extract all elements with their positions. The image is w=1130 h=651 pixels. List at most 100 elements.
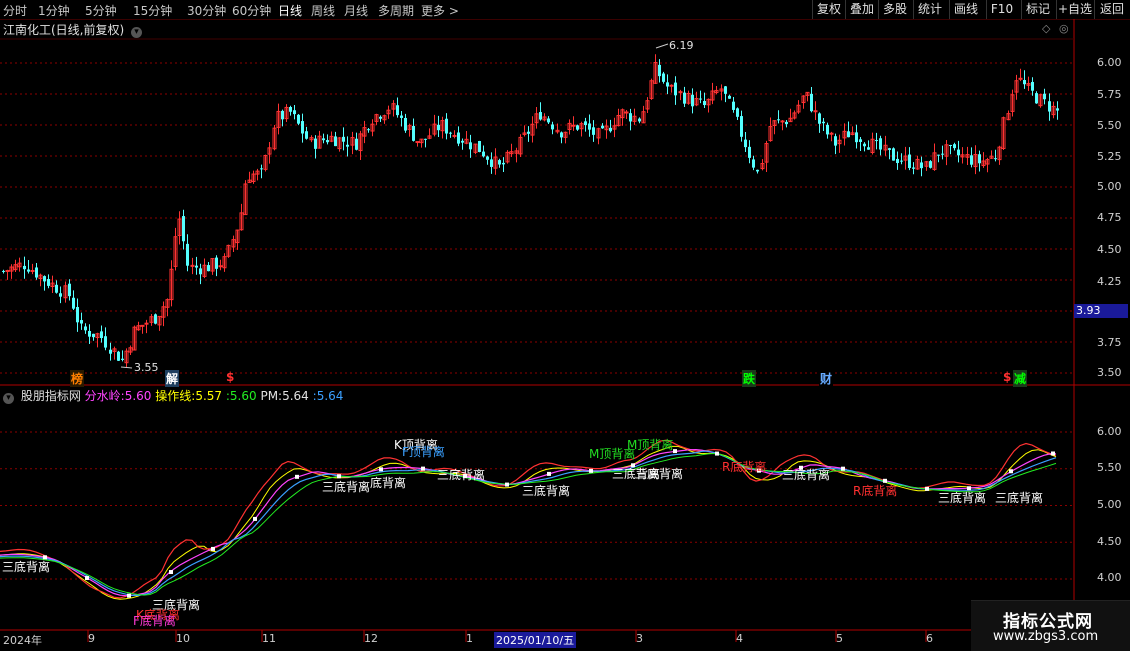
signal-marker [169, 570, 173, 575]
low-pointer [120, 366, 133, 369]
candle-body [293, 110, 296, 115]
candle-body [527, 131, 530, 134]
candle-body [68, 283, 71, 297]
divergence-label: 三底背离 [437, 468, 486, 482]
price-label: 6.00 [1097, 56, 1122, 69]
candle-body [855, 132, 858, 143]
candle-body [732, 101, 735, 110]
candle-body [822, 121, 825, 124]
signal-marker [673, 449, 677, 454]
czx-label: 操作线: [155, 389, 196, 403]
price-label: 5.50 [1097, 119, 1122, 132]
candle-body [76, 307, 79, 323]
candle-body [920, 162, 923, 169]
watermark-url: www.zbgs3.com [993, 629, 1099, 644]
candle-body [35, 267, 38, 278]
candle-body [445, 118, 448, 134]
signal-marker [1051, 451, 1055, 456]
candle-body [342, 136, 345, 142]
chevron-down-icon[interactable]: ▾ [3, 393, 14, 404]
candle-body [875, 140, 878, 142]
candle-body [486, 156, 489, 160]
candle-body [752, 159, 755, 168]
indicator-name[interactable]: 股朋指标网 [21, 389, 81, 403]
candle-body [30, 269, 35, 272]
divergence-label: R底背离 [853, 484, 898, 498]
kline-chart[interactable] [0, 0, 1130, 650]
candle-body [957, 149, 960, 156]
divergence-label: 三底背离 [995, 491, 1044, 505]
candle-body [629, 113, 632, 122]
candle-body [900, 160, 903, 162]
candle-body [260, 168, 263, 170]
event-marker-jian[interactable]: 减 [1013, 370, 1028, 387]
candle-body [367, 129, 370, 131]
price-label: 5.25 [1097, 150, 1122, 163]
candle-body [154, 314, 157, 324]
candle-body [1018, 77, 1023, 80]
candle-body [777, 119, 780, 121]
candle-body [867, 147, 870, 150]
event-marker-dollar[interactable]: $ [1002, 370, 1013, 384]
candle-body [683, 92, 686, 104]
candle-body [863, 143, 866, 147]
indicator-label: 6.00 [1097, 425, 1122, 438]
settings-icon[interactable]: ◎ [1059, 22, 1069, 35]
red-line [0, 439, 1057, 599]
candle-body [355, 138, 358, 150]
candle-body [666, 82, 669, 87]
divergence-label: 三底背离 [938, 491, 987, 505]
low-price-marker: 3.55 [134, 361, 159, 374]
x-axis-label: 2024年 [3, 634, 42, 647]
candle-body [88, 330, 91, 337]
candle-body [896, 158, 899, 164]
stock-title: 江南化工(日线,前复权) [3, 23, 125, 37]
divergence-label: M顶背离 [589, 447, 636, 461]
event-marker-jie[interactable]: 解 [165, 370, 180, 387]
fsl-line [0, 448, 1057, 597]
candle-body [199, 268, 202, 275]
candle-body [47, 279, 50, 286]
candle-body [609, 127, 612, 132]
candle-body [207, 265, 210, 272]
candle-body [43, 276, 46, 282]
divergence-label: 底背离 [370, 476, 407, 490]
candle-body [888, 148, 891, 150]
fsl-value: 5.60 [124, 389, 152, 403]
event-marker-die[interactable]: 跌 [742, 370, 757, 387]
candlestick-series [2, 43, 1059, 369]
event-marker-bang[interactable]: 榜 [70, 370, 85, 387]
candle-body [658, 64, 661, 77]
candle-body [281, 110, 284, 120]
high-pointer [655, 43, 669, 49]
candle-body [104, 336, 107, 348]
candle-body [195, 265, 198, 268]
price-label: 3.75 [1097, 336, 1122, 349]
candle-body [379, 116, 382, 119]
chevron-down-icon[interactable]: ▾ [131, 27, 143, 38]
candle-body [826, 124, 829, 135]
candle-body [674, 82, 677, 96]
price-label: 3.50 [1097, 366, 1122, 379]
candle-body [469, 142, 472, 150]
candle-body [482, 151, 485, 157]
indicator-label: 5.50 [1097, 461, 1122, 474]
candle-body [699, 98, 702, 100]
candle-body [289, 107, 292, 112]
candle-body [1031, 81, 1034, 91]
candle-body [638, 118, 641, 122]
candle-body [560, 132, 563, 138]
diamond-icon[interactable]: ◇ [1042, 22, 1050, 35]
candle-body [117, 351, 120, 361]
event-marker-dollar[interactable]: $ [225, 370, 236, 384]
candle-body [978, 154, 981, 164]
green-line [0, 452, 1057, 596]
indicator-label: 4.50 [1097, 535, 1122, 548]
indicator-label: 4.00 [1097, 571, 1122, 584]
signal-marker [127, 593, 131, 598]
candle-body [2, 270, 5, 272]
event-marker-cai[interactable]: 财 [819, 370, 834, 387]
candle-body [740, 116, 743, 137]
x-axis-label: 9 [88, 632, 95, 645]
candle-body [584, 121, 587, 126]
